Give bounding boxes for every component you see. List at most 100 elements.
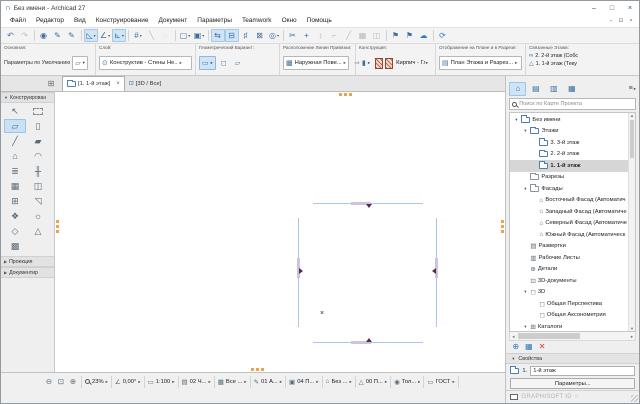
lamp-tool[interactable]: ☼ [27, 209, 49, 223]
settings-button[interactable]: Параметры... [510, 378, 635, 389]
brick-hatch-swatch[interactable] [385, 58, 393, 69]
fillet-button[interactable]: ⌐ [328, 29, 342, 42]
tree-item-generic-axonometry[interactable]: ◻ Общая Аксонометрия [510, 310, 635, 322]
zoom-in-button[interactable]: ⊕ [67, 377, 79, 386]
guide-lines-button[interactable]: ◺▾ [84, 29, 98, 42]
tree-item-3d[interactable]: ▾ ◻ 3D [510, 287, 635, 299]
parameter-transfer-button[interactable]: ◉ [37, 29, 51, 42]
suspend-groups-button[interactable]: ⊟ [225, 29, 239, 42]
object-tool[interactable]: ❖ [4, 209, 26, 223]
scale-control[interactable]: ▭1:100▸ [145, 376, 179, 388]
scroll-left-icon[interactable]: ◄ [511, 334, 515, 339]
properties-section-header[interactable]: ▼ Свойства [506, 353, 639, 364]
window-resize-grip[interactable] [631, 395, 638, 402]
tree-item-elevation-north[interactable]: ⌂ Северный Фасад (Автоматиче [510, 218, 635, 230]
measure-button[interactable]: + [300, 29, 314, 42]
menu-edit[interactable]: Редактор [31, 15, 69, 27]
menu-design[interactable]: Конструирование [91, 15, 154, 27]
orientation-control[interactable]: ∠0,00°▸ [112, 376, 145, 388]
menu-options[interactable]: Параметры [192, 15, 237, 27]
tree-item-elevation-east[interactable]: ⌂ Восточный Фасад (Автоматич [510, 195, 635, 207]
elevation-line-north[interactable] [313, 203, 423, 204]
redo-button[interactable]: ↷ [18, 29, 32, 42]
delete-viewpoint-button[interactable]: ✕ [539, 342, 546, 352]
edit-elements-button[interactable]: ◫ [370, 29, 384, 42]
tab-close-icon[interactable]: × [116, 81, 120, 87]
tree-item-story-3[interactable]: 3. 3-й этаж [510, 137, 635, 149]
palette-grip-bottom[interactable] [251, 368, 264, 371]
tree-item-stories[interactable]: ▾ Этажи [510, 126, 635, 138]
tab-floor-plan[interactable]: [1. 1-й этаж] × [62, 76, 125, 91]
element-options-button[interactable]: ◎▾ [267, 29, 281, 42]
tree-item-elevations[interactable]: ▾ Фасады [510, 183, 635, 195]
tree-item-details[interactable]: ⊕ Детали [510, 264, 635, 276]
mesh-tool[interactable]: △ [27, 224, 49, 238]
autogroup-button[interactable]: ⇆ [211, 29, 225, 42]
floor-plan-display-button[interactable]: ▤План Этажа и Разрез...▸ [439, 56, 522, 70]
zone-tool[interactable]: ▩ [4, 239, 26, 253]
add-viewpoint-button[interactable]: ⊕ [512, 342, 519, 352]
multiply-button[interactable]: ▦ [356, 29, 370, 42]
publisher-button[interactable]: ▦ [563, 82, 580, 96]
stretch-button[interactable]: ↕ [314, 29, 328, 42]
arrow-tool[interactable]: ↖ [4, 104, 26, 118]
roof-tool[interactable]: ⌂ [4, 149, 26, 163]
layer-combination-control[interactable]: ▤02 Ч...▸ [179, 376, 215, 388]
mdi-restore-button[interactable]: ⊡ [616, 18, 626, 24]
pen-set-control[interactable]: ▦Все ...▸ [215, 376, 251, 388]
intersect-button[interactable]: ♯ [239, 29, 253, 42]
undo-button[interactable]: ↶ [4, 29, 18, 42]
tree-item-worksheets[interactable]: ▥ Рабочие Листы [510, 252, 635, 264]
marquee-tool[interactable] [27, 104, 49, 118]
quad-view-icon[interactable]: ⊞ [43, 77, 59, 90]
inject-parameters-button[interactable]: ✎ [65, 29, 79, 42]
tree-item-project-root[interactable]: ▾ Без имени [510, 114, 635, 126]
stair-tool[interactable]: ≣ [4, 164, 26, 178]
layer-selector-button[interactable]: ⊙Конструктив - Стены Не..▸ [99, 56, 192, 70]
tree-item-story-2[interactable]: 2. 2-й этаж [510, 149, 635, 161]
window-tool[interactable]: ⊞ [4, 194, 26, 208]
railing-tool[interactable]: ╫ [27, 164, 49, 178]
column-tool[interactable]: ▯ [27, 119, 49, 133]
project-map-button[interactable]: ⌂ [509, 82, 526, 96]
tree-item-3d-documents[interactable]: ⊡ 3D-документы [510, 275, 635, 287]
geometry-straight-wall-button[interactable]: ▭▸ [199, 56, 216, 70]
geometry-chained-wall-button[interactable]: ◻ [218, 56, 230, 70]
graphisoft-id-label[interactable]: GRAPHISOFT ID [521, 394, 571, 400]
flag-start-button[interactable]: ⚑ [389, 29, 403, 42]
minimize-button[interactable]: – [585, 2, 603, 15]
zoom-level-control[interactable]: 23%▸ [82, 376, 112, 388]
dimension-standard-control[interactable]: ▭ГОСТ▸ [424, 376, 458, 388]
viewpoint-settings-button[interactable]: ▦ [525, 342, 533, 352]
toolbox-section-documentation[interactable]: ▶Документир [1, 267, 54, 278]
tree-item-generic-perspective[interactable]: ◻ Общая Перспектива [510, 298, 635, 310]
elevation-line-east[interactable] [436, 218, 437, 327]
fit-in-window-button[interactable]: ⊡ [55, 377, 67, 386]
graphic-override-control[interactable]: ▣04 П...▸ [286, 376, 322, 388]
menu-help[interactable]: Помощь [302, 15, 337, 27]
tree-item-schedules[interactable]: ▾ ⊞ Каталоги [510, 321, 635, 332]
model-view-options-control[interactable]: ✎01 А...▸ [251, 376, 286, 388]
structure-type-button[interactable]: ▮▸ [359, 56, 373, 70]
mdi-minimize-button[interactable]: − [606, 18, 616, 24]
skylight-tool[interactable]: ◹ [27, 194, 49, 208]
geometry-rectangle-wall-button[interactable]: ▱ [232, 56, 243, 70]
menu-teamwork[interactable]: Teamwork [237, 15, 277, 27]
toolbox-section-design[interactable]: ▼ Конструирован [1, 92, 54, 103]
magic-wand-button[interactable]: ⊠ [253, 29, 267, 42]
curtain-wall-tool[interactable]: ▦ [4, 179, 26, 193]
split-button[interactable]: ✂ [286, 29, 300, 42]
partial-structure-control[interactable]: ◉Тол...▸ [391, 376, 424, 388]
lock-elements-button[interactable]: ▣▾ [192, 29, 206, 42]
menu-file[interactable]: Файл [5, 15, 31, 27]
flag-review-button[interactable]: ⚑ [403, 29, 417, 42]
door-tool[interactable]: ◫ [27, 179, 49, 193]
palette-grip-right[interactable] [501, 220, 504, 233]
tree-vertical-scrollbar[interactable]: ▲▼ [628, 113, 635, 331]
palette-grip-top[interactable] [339, 93, 352, 96]
tree-item-elevation-west[interactable]: ⌂ Западный Фасад (Автоматиче [510, 206, 635, 218]
teamwork-cloud-button[interactable]: ☁ [417, 29, 431, 42]
scroll-down-icon[interactable]: ▼ [629, 326, 635, 331]
close-button[interactable]: × [621, 2, 639, 15]
marquee-options-button[interactable]: ▢▾ [178, 29, 192, 42]
